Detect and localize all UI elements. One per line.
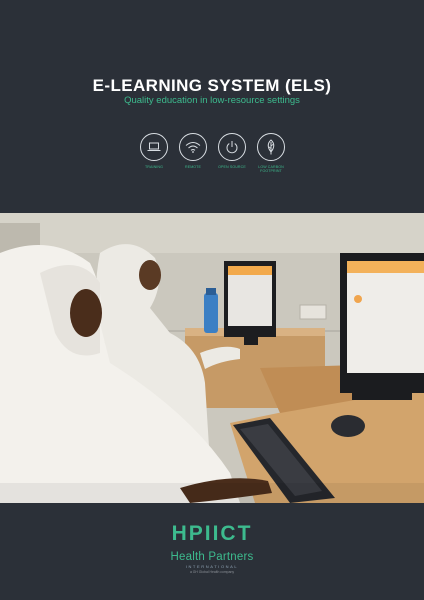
leaf-icon <box>257 133 285 161</box>
feature-label: OPEN SOURCE <box>218 165 246 169</box>
feature-label: REMOTE <box>185 165 201 169</box>
feature-open-source: OPEN SOURCE <box>213 133 251 169</box>
page-subtitle: Quality education in low-resource settin… <box>124 95 300 106</box>
feature-label: LOW CARBON FOOTPRINT <box>258 165 284 174</box>
feature-icons: TRAINING REMOTE OPEN SOURCE LOW CARBON F… <box>135 133 291 183</box>
page-title: E-LEARNING SYSTEM (ELS) <box>92 76 332 95</box>
feature-training: TRAINING <box>135 133 173 169</box>
feature-label: TRAINING <box>145 165 163 169</box>
feature-low-carbon: LOW CARBON FOOTPRINT <box>252 133 290 173</box>
partner-tagline: a GH Global Health company <box>189 570 235 574</box>
wifi-icon <box>179 133 207 161</box>
power-icon <box>218 133 246 161</box>
partner-subtitle: INTERNATIONAL <box>185 564 239 569</box>
hpiict-logo: HPIICT <box>171 522 253 545</box>
brochure-cover: E-LEARNING SYSTEM (ELS) Quality educatio… <box>0 0 424 600</box>
health-partners-logo: Health Partners INTERNATIONAL a GH Globa… <box>0 551 424 574</box>
partner-name: Health Partners <box>170 551 254 563</box>
feature-remote: REMOTE <box>174 133 212 169</box>
classroom-photo <box>0 213 424 503</box>
laptop-icon <box>140 133 168 161</box>
